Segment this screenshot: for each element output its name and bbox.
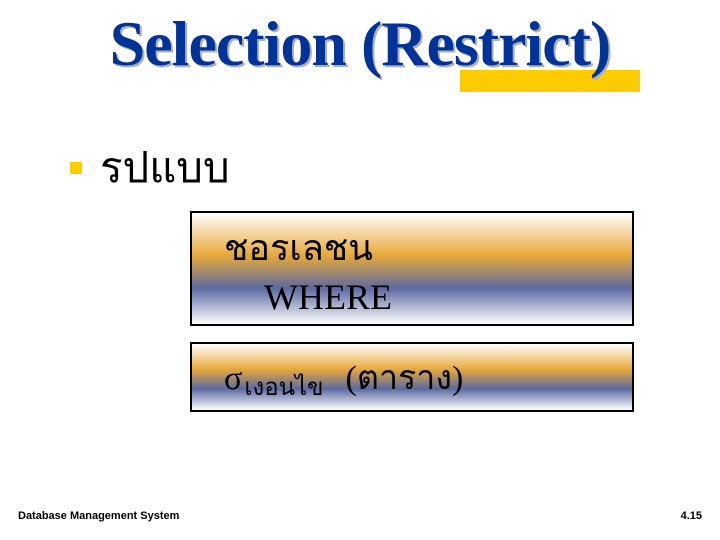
syntax-box-sql-text: ชอรเลชน WHERE [224,219,614,318]
footer-right: 4.15 [681,510,702,522]
syntax-box-algebra: σ เงอนไข (ตาราง) [190,342,634,412]
algebra-operand: (ตาราง) [346,350,464,404]
bullet-row: รปแบบ [70,135,660,201]
slide-title: Selection (Restrict) [60,10,660,77]
footer-left: Database Management System [18,510,179,522]
title-text: Selection (Restrict) [60,10,660,77]
sigma-subscript: เงอนไข [244,367,323,406]
algebra-expression: σ เงอนไข (ตาราง) [224,350,614,404]
sigma-symbol: σ [224,360,242,398]
slide-body: รปแบบ ชอรเลชน WHERE σ เงอนไข (ตาราง) [70,135,660,412]
sql-line1: ชอรเลชน [224,228,373,268]
bullet-icon [70,162,82,174]
sql-line2: WHERE [264,276,614,318]
syntax-box-sql: ชอรเลชน WHERE [190,211,634,326]
slide: Selection (Restrict) รปแบบ ชอรเลชน WHERE… [0,0,720,540]
bullet-text: รปแบบ [100,135,230,201]
